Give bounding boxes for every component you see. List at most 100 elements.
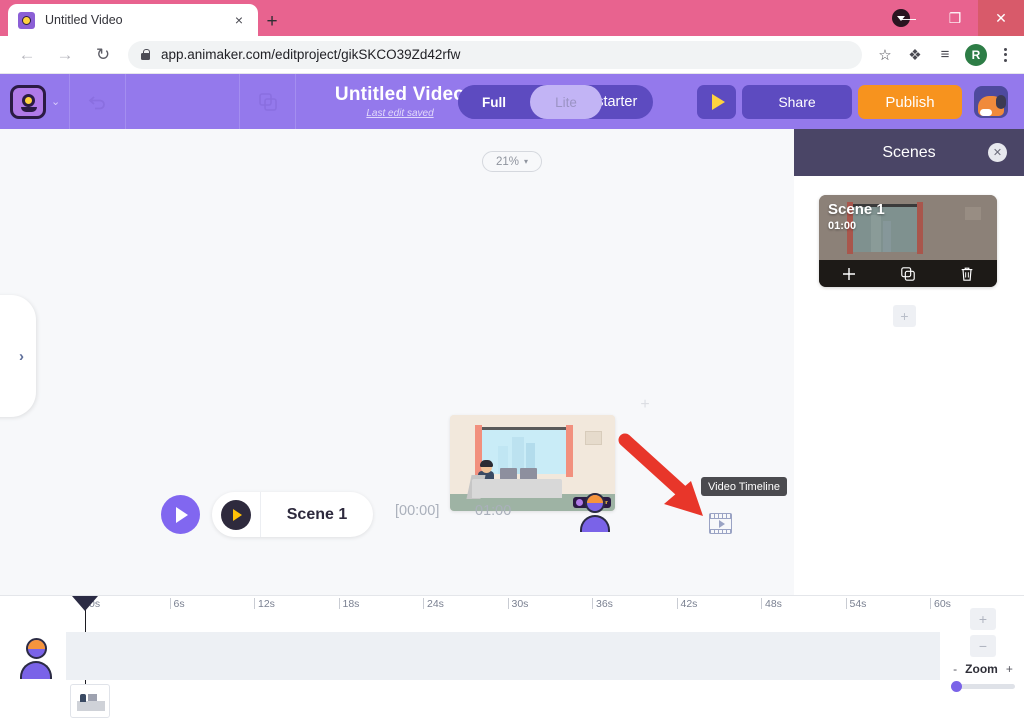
track-character-icon[interactable] bbox=[18, 638, 54, 682]
browser-tab[interactable]: Untitled Video × bbox=[8, 4, 258, 36]
scene-thumb-building-2 bbox=[883, 221, 891, 252]
timeline-track[interactable] bbox=[66, 632, 940, 680]
ruler-tick-mark bbox=[930, 598, 931, 609]
ruler-tick-label: 6s bbox=[173, 598, 185, 610]
app-logo-button[interactable]: ⌄ bbox=[0, 74, 70, 129]
ruler-tick-mark bbox=[169, 598, 171, 609]
close-icon[interactable]: ✕ bbox=[988, 143, 1007, 162]
window-maximize-button[interactable]: ❐ bbox=[932, 0, 978, 36]
back-icon[interactable]: ← bbox=[10, 38, 44, 72]
ruler-tick-label: 36s bbox=[596, 598, 613, 610]
timecode-current: [00:00] bbox=[395, 503, 440, 519]
undo-arrow-icon bbox=[88, 95, 105, 109]
track-character-head-icon bbox=[26, 638, 47, 659]
track-character-body-icon bbox=[20, 661, 52, 679]
media-list-icon[interactable]: ≡ bbox=[930, 40, 960, 70]
ruler-tick-label: 54s bbox=[849, 598, 867, 610]
mode-option-lite[interactable]: Lite bbox=[530, 85, 602, 119]
header-divider bbox=[126, 74, 240, 129]
animaker-logo-icon bbox=[10, 84, 46, 119]
publish-button[interactable]: Publish bbox=[858, 85, 962, 119]
timecode-duration: 01:00 bbox=[475, 503, 512, 519]
add-scene-button[interactable]: + bbox=[893, 305, 916, 327]
scene-thumb-building-1 bbox=[871, 215, 881, 252]
timeline-ruler[interactable]: 0s 6s 12s 18s 24s 30s 36s 42s 48s 54s 60s bbox=[0, 596, 955, 622]
ruler-tick-mark bbox=[761, 598, 762, 609]
dog-avatar-icon bbox=[978, 95, 1006, 116]
lock-icon bbox=[140, 48, 151, 61]
chevron-right-icon: › bbox=[19, 347, 24, 365]
zoom-plus-label[interactable]: + bbox=[1006, 662, 1013, 676]
character-body-icon bbox=[580, 515, 610, 532]
window-controls: — ❐ ✕ bbox=[886, 0, 1024, 36]
duplicate-button[interactable] bbox=[240, 74, 296, 129]
stage-character-hair bbox=[480, 460, 493, 467]
tab-title: Untitled Video bbox=[45, 13, 123, 27]
scenes-panel-title: Scenes bbox=[882, 143, 936, 161]
profile-avatar[interactable]: R bbox=[965, 43, 987, 66]
timeline-zoom-controls: + − - Zoom + bbox=[948, 608, 1018, 692]
tab-favicon-icon bbox=[18, 11, 35, 29]
forward-icon[interactable]: → bbox=[48, 38, 82, 72]
ruler-tick-mark bbox=[507, 598, 509, 609]
window-close-button[interactable]: ✕ bbox=[978, 0, 1024, 36]
address-bar[interactable]: app.animaker.com/editproject/gikSKCO39Zd… bbox=[128, 40, 862, 69]
annotation-arrow-icon bbox=[618, 433, 703, 516]
scene-card-duration: 01:00 bbox=[828, 220, 857, 232]
ruler-tick-mark bbox=[592, 598, 593, 609]
ruler-tick-mark bbox=[423, 598, 424, 609]
canvas-add-marker-icon[interactable]: + bbox=[637, 397, 653, 413]
playhead-handle-icon[interactable] bbox=[72, 596, 98, 611]
timeline-panel: 0s 6s 12s 18s 24s 30s 36s 42s 48s 54s 60s + − - Zo… bbox=[0, 595, 1024, 728]
clip-thumb-desk bbox=[77, 701, 105, 711]
ruler-tick-mark bbox=[676, 598, 678, 609]
scene-chip[interactable]: Scene 1 bbox=[212, 492, 373, 537]
preview-play-button[interactable] bbox=[697, 85, 736, 119]
zoom-slider-knob[interactable] bbox=[951, 681, 962, 692]
zoom-minus-label[interactable]: - bbox=[953, 662, 957, 676]
stage-wall-frame bbox=[585, 431, 602, 445]
ruler-tick-label: 48s bbox=[765, 598, 782, 610]
clip-thumb-monitor bbox=[88, 694, 97, 701]
timeline-clip-thumbnail[interactable] bbox=[70, 684, 110, 718]
reload-icon[interactable]: ↻ bbox=[86, 38, 120, 72]
address-bar-url: app.animaker.com/editproject/gikSKCO39Zd… bbox=[161, 47, 461, 62]
character-head-icon bbox=[585, 493, 605, 513]
library-expand-handle[interactable]: › bbox=[0, 295, 36, 417]
bookmark-star-icon[interactable]: ☆ bbox=[870, 40, 900, 70]
browser-title-bar: Untitled Video × + — ❐ ✕ bbox=[0, 0, 1024, 36]
scenes-panel: Scenes ✕ Scene 1 01:00 bbox=[794, 129, 1024, 595]
character-avatar-icon[interactable] bbox=[578, 493, 612, 535]
scene-chip-label: Scene 1 bbox=[286, 505, 348, 523]
scene-add-icon[interactable] bbox=[819, 266, 878, 282]
mode-option-full[interactable]: Full bbox=[458, 85, 530, 119]
browser-toolbar: ← → ↻ app.animaker.com/editproject/gikSK… bbox=[0, 36, 1024, 74]
timeline-zoom-slider[interactable] bbox=[951, 681, 1015, 692]
clip-thumb-person bbox=[80, 694, 86, 702]
ruler-tick-label: 18s bbox=[342, 598, 360, 610]
timeline-zoom-in-button[interactable]: + bbox=[970, 608, 996, 630]
canvas-zoom-selector[interactable]: 21% ▾ bbox=[482, 151, 542, 172]
ruler-tick-label: 30s bbox=[511, 598, 529, 610]
ruler-tick-mark bbox=[845, 598, 847, 609]
extensions-icon[interactable]: ❖ bbox=[900, 40, 930, 70]
scene-duplicate-icon[interactable] bbox=[878, 266, 937, 282]
undo-button[interactable] bbox=[70, 74, 126, 129]
mode-toggle[interactable]: Full Lite bbox=[458, 85, 602, 119]
new-tab-button[interactable]: + bbox=[258, 7, 286, 35]
window-minimize-button[interactable]: — bbox=[886, 0, 932, 36]
chevron-down-icon[interactable]: ⌄ bbox=[51, 95, 60, 108]
scene-thumb-curtain-right bbox=[917, 202, 923, 254]
scene-delete-icon[interactable] bbox=[938, 266, 997, 282]
scene-card-title: Scene 1 bbox=[828, 201, 885, 218]
zoom-label: Zoom bbox=[965, 662, 998, 676]
scene-play-button[interactable] bbox=[161, 495, 200, 534]
timeline-zoom-out-button[interactable]: − bbox=[970, 635, 996, 657]
browser-menu-icon[interactable] bbox=[992, 40, 1018, 70]
tab-close-icon[interactable]: × bbox=[230, 11, 248, 29]
scene-card[interactable]: Scene 1 01:00 bbox=[819, 195, 997, 287]
share-button[interactable]: Share bbox=[742, 85, 852, 119]
scene-chip-play-icon[interactable] bbox=[221, 499, 251, 530]
account-avatar[interactable] bbox=[974, 86, 1008, 118]
ruler-tick-label: 42s bbox=[680, 598, 698, 610]
